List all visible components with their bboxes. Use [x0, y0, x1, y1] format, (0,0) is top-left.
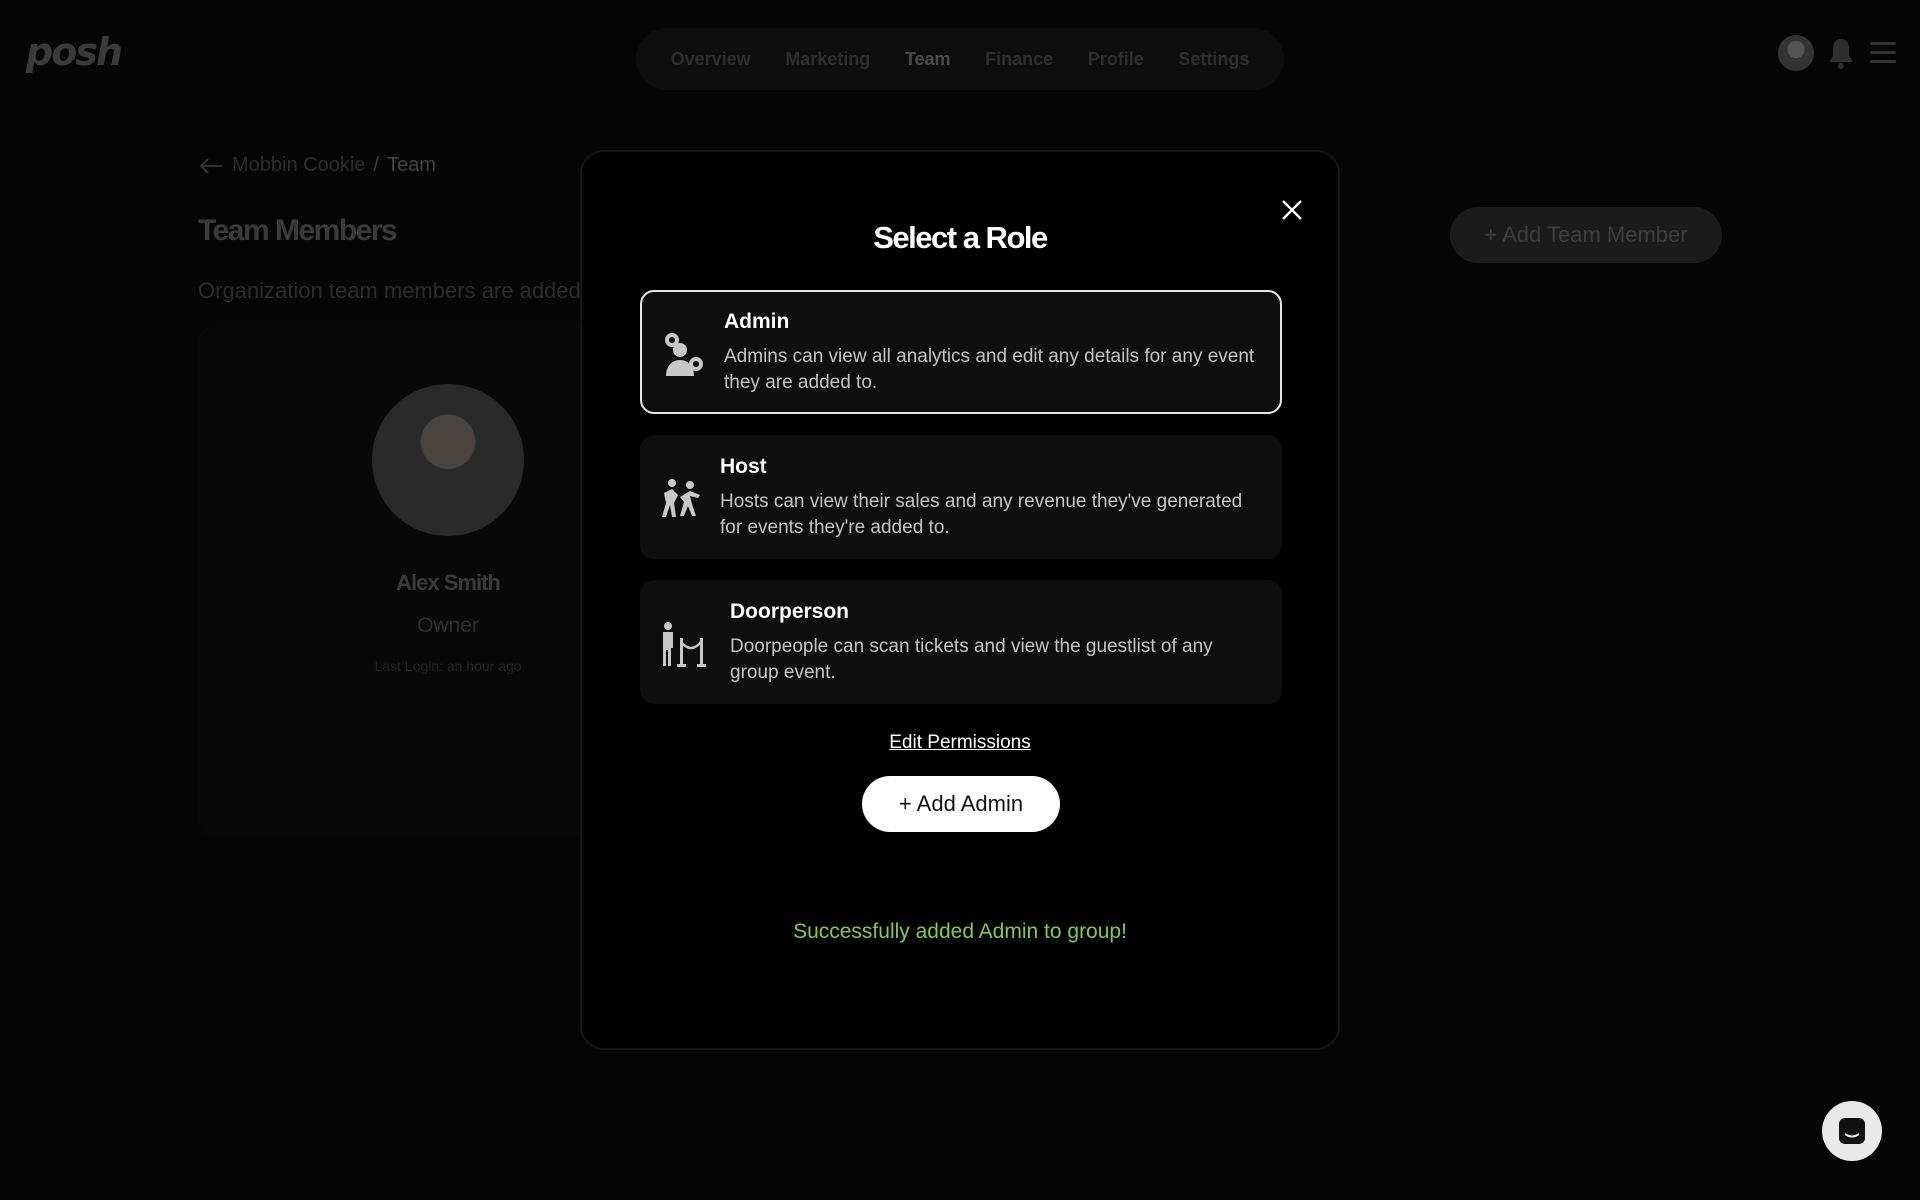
chat-icon [1839, 1118, 1865, 1144]
role-option-host[interactable]: Host Hosts can view their sales and any … [640, 435, 1282, 559]
member-role: Owner [417, 614, 479, 637]
breadcrumb-separator: / [373, 154, 379, 176]
close-icon [1282, 200, 1302, 220]
role-name-host: Host [720, 455, 767, 478]
breadcrumb-org[interactable]: Mobbin Cookie [232, 154, 365, 177]
nav-item-overview[interactable]: Overview [671, 49, 751, 70]
role-name-doorperson: Doorperson [730, 600, 850, 623]
page-description: Organization team members are added t [198, 278, 593, 303]
select-role-modal: Select a Role Admin Admins can view all … [580, 150, 1340, 1050]
top-navigation: Overview Marketing Team Finance Profile … [636, 28, 1284, 90]
role-description-host: Hosts can view their sales and any reven… [720, 491, 1243, 538]
breadcrumb: Mobbin Cookie / Team [198, 154, 436, 177]
menu-icon[interactable] [1870, 42, 1896, 64]
member-last-login: Last Login: an hour ago [374, 658, 522, 674]
bell-icon[interactable] [1826, 36, 1856, 70]
role-name-admin: Admin [724, 310, 790, 333]
nav-item-team[interactable]: Team [905, 49, 951, 70]
edit-permissions-link[interactable]: Edit Permissions [582, 732, 1338, 754]
member-avatar [372, 384, 524, 536]
page-title: Team Members [198, 214, 398, 247]
nav-item-marketing[interactable]: Marketing [785, 49, 870, 70]
role-description-admin: Admins can view all analytics and edit a… [724, 346, 1255, 393]
role-description-doorperson: Doorpeople can scan tickets and view the… [730, 636, 1213, 683]
page: posh Overview Marketing Team Finance Pro… [0, 0, 1920, 1200]
admin-gear-person-icon [665, 333, 703, 376]
doorman-rope-icon [663, 622, 706, 667]
back-arrow-icon[interactable] [198, 156, 224, 176]
nav-item-profile[interactable]: Profile [1088, 49, 1144, 70]
success-message: Successfully added Admin to group! [793, 920, 1127, 943]
add-team-member-button[interactable]: + Add Team Member [1450, 207, 1722, 263]
modal-title: Select a Role [873, 220, 1048, 255]
role-option-admin[interactable]: Admin Admins can view all analytics and … [640, 290, 1282, 414]
dancing-people-icon [662, 479, 700, 517]
member-name: Alex Smith [396, 570, 501, 595]
add-admin-button[interactable]: + Add Admin [862, 776, 1060, 832]
posh-logo[interactable]: posh [26, 30, 123, 74]
breadcrumb-current: Team [386, 154, 436, 176]
nav-item-settings[interactable]: Settings [1178, 49, 1249, 70]
role-option-doorperson[interactable]: Doorperson Doorpeople can scan tickets a… [640, 580, 1282, 704]
user-avatar[interactable] [1778, 35, 1814, 71]
nav-item-finance[interactable]: Finance [985, 49, 1053, 70]
chat-support-button[interactable] [1822, 1101, 1882, 1161]
